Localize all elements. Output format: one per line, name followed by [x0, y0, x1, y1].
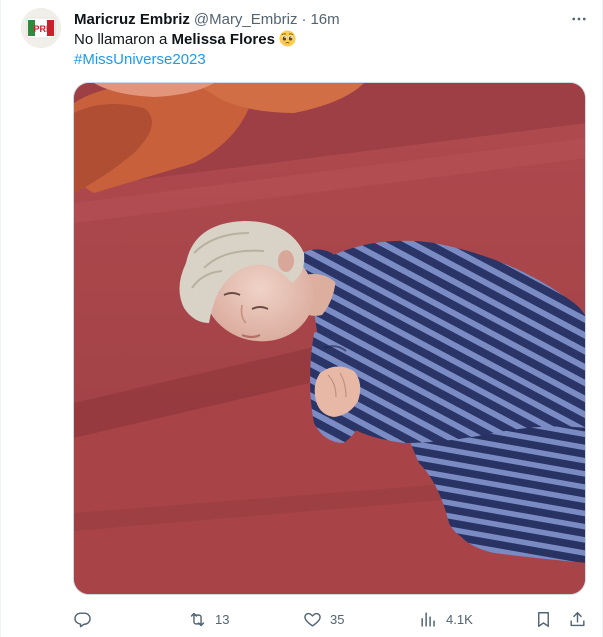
tweet-card[interactable]: PRI Maricruz Embriz @Mary_Embriz · 16m N…: [0, 0, 603, 637]
timeline-border-left: [0, 0, 1, 637]
views-count: 4.1K: [446, 611, 473, 627]
retweet-count: 13: [215, 611, 230, 627]
heart-icon: [304, 612, 321, 627]
bookmark-icon: [538, 611, 549, 627]
author-handle[interactable]: @Mary_Embriz: [194, 11, 298, 28]
reply-button[interactable]: [73, 605, 100, 633]
avatar-logo-text: PRI: [33, 24, 48, 34]
more-options-button[interactable]: [568, 8, 590, 30]
views-button[interactable]: 4.1K: [419, 605, 473, 633]
tweet-text-prefix: No llamaron a: [74, 31, 172, 48]
tweet-time[interactable]: 16m: [310, 11, 339, 28]
like-button[interactable]: 35: [303, 605, 344, 633]
retweet-button[interactable]: 13: [188, 605, 229, 633]
tweet-text: No llamaron a Melissa Flores: [74, 30, 296, 50]
share-icon: [570, 611, 585, 626]
like-count: 35: [330, 611, 345, 627]
separator-dot: ·: [301, 10, 307, 28]
views-icon: [421, 611, 435, 627]
author-name[interactable]: Maricruz Embriz: [74, 11, 190, 28]
pri-logo-avatar-icon: PRI: [21, 8, 61, 48]
reply-icon: [74, 611, 91, 627]
tweet-header: Maricruz Embriz @Mary_Embriz · 16m: [74, 9, 340, 29]
tweet-media-photo[interactable]: [73, 82, 586, 595]
pleading-face-emoji-icon: [279, 30, 296, 47]
tweet-text-bold: Melissa Flores: [171, 31, 275, 48]
tweet-actions-bar: 13 35 4.1K: [73, 605, 593, 633]
photo-woman-in-striped-pajamas: [74, 83, 585, 594]
hashtag-link[interactable]: #MissUniverse2023: [74, 51, 206, 68]
bookmark-button[interactable]: [534, 605, 553, 633]
retweet-icon: [190, 612, 205, 626]
more-horizontal-icon: [572, 17, 586, 21]
share-button[interactable]: [568, 605, 587, 633]
tweet-hashtag-line: #MissUniverse2023: [74, 50, 206, 70]
avatar[interactable]: PRI: [21, 8, 61, 48]
